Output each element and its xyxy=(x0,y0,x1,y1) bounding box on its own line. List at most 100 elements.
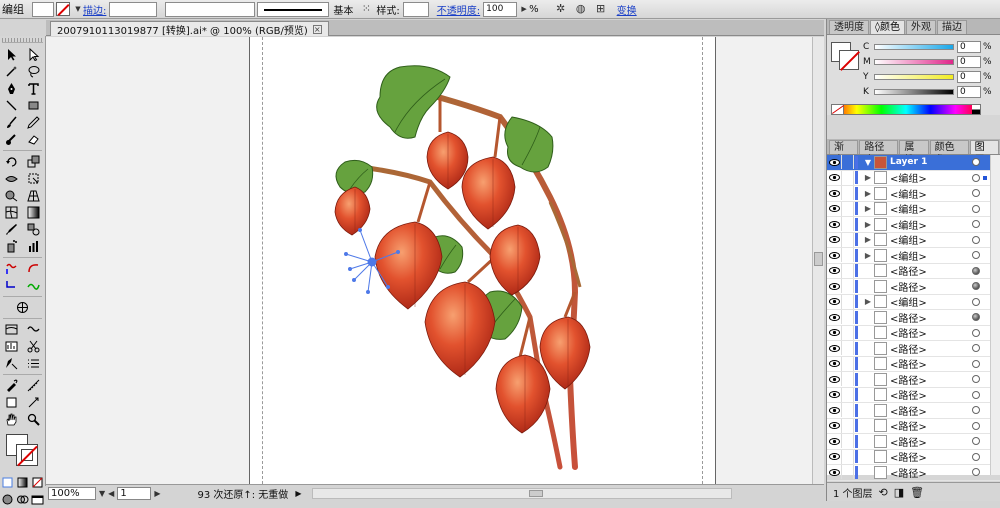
stroke-color-swatch[interactable] xyxy=(56,2,70,16)
gradient-tool-icon[interactable] xyxy=(26,205,41,220)
object-name[interactable]: <路径> xyxy=(890,263,972,278)
layer-row[interactable]: <路径> xyxy=(827,465,1000,481)
target-circle-icon[interactable] xyxy=(972,282,980,291)
visibility-eye-icon[interactable] xyxy=(827,155,841,169)
perspective-grid-tool-icon[interactable] xyxy=(26,188,41,203)
target-circle-icon[interactable] xyxy=(972,266,980,275)
vertical-scroll-thumb[interactable] xyxy=(814,252,823,266)
layer-row[interactable]: ▶ <编组> xyxy=(827,217,1000,233)
horizontal-scroll-thumb[interactable] xyxy=(529,489,544,497)
lock-toggle[interactable] xyxy=(841,248,854,263)
object-name[interactable]: <编组> xyxy=(890,232,972,247)
lock-toggle[interactable] xyxy=(841,310,854,325)
selection-tool-icon[interactable] xyxy=(4,47,19,62)
next-page-icon[interactable]: ▶ xyxy=(154,489,160,498)
status-menu-icon[interactable]: ▶ xyxy=(295,489,301,498)
measure-tool-icon[interactable] xyxy=(26,378,41,393)
scissors-tool-icon[interactable] xyxy=(26,339,41,354)
cyan-value[interactable]: 0 xyxy=(957,40,981,53)
lock-toggle[interactable] xyxy=(841,387,854,402)
lock-toggle[interactable] xyxy=(841,403,854,418)
object-name[interactable]: <编组> xyxy=(890,186,972,201)
brush-options-icon[interactable]: ⁙ xyxy=(359,2,373,16)
visibility-eye-icon[interactable] xyxy=(827,388,841,402)
layer-row[interactable]: <路径> xyxy=(827,418,1000,434)
draw-normal-icon[interactable] xyxy=(0,492,15,507)
lock-toggle[interactable] xyxy=(841,341,854,356)
brush-definition-preview[interactable] xyxy=(257,1,330,17)
color-spectrum-bar[interactable] xyxy=(831,104,981,115)
fill-dropdown[interactable] xyxy=(32,1,54,17)
layer-row[interactable]: ▶ <编组> xyxy=(827,201,1000,217)
layer-row[interactable]: <路径> xyxy=(827,310,1000,326)
lock-toggle[interactable] xyxy=(841,434,854,449)
expand-group-icon[interactable]: ▶ xyxy=(862,173,874,182)
visibility-eye-icon[interactable] xyxy=(827,450,841,464)
draw-behind-icon[interactable] xyxy=(15,492,30,507)
scale-tool-icon[interactable] xyxy=(26,154,41,169)
artboard[interactable] xyxy=(249,37,716,484)
screen-mode-icon[interactable] xyxy=(30,492,45,507)
visibility-eye-icon[interactable] xyxy=(827,233,841,247)
symbol-sprayer-tool-icon[interactable] xyxy=(4,239,19,254)
line-segment-tool-icon[interactable] xyxy=(4,98,19,113)
visibility-eye-icon[interactable] xyxy=(827,186,841,200)
zoom-dropdown-icon[interactable]: ▼ xyxy=(99,489,105,498)
lock-toggle[interactable] xyxy=(841,449,854,464)
lock-toggle[interactable] xyxy=(841,155,854,170)
crosshair-tool-icon[interactable] xyxy=(15,300,30,315)
visibility-eye-icon[interactable] xyxy=(827,264,841,278)
graphic-style-dropdown[interactable] xyxy=(402,1,429,17)
layer-row[interactable]: <路径> xyxy=(827,356,1000,372)
layer-name[interactable]: Layer 1 xyxy=(890,157,972,167)
cyan-slider[interactable] xyxy=(874,43,954,50)
opacity-arrow[interactable]: ▶ xyxy=(519,2,529,17)
object-name[interactable]: <编组> xyxy=(890,217,972,232)
object-name[interactable]: <编组> xyxy=(890,201,972,216)
target-circle-icon[interactable] xyxy=(972,204,980,213)
expand-group-icon[interactable]: ▶ xyxy=(862,204,874,213)
target-circle-icon[interactable] xyxy=(972,437,980,446)
visibility-eye-icon[interactable] xyxy=(827,403,841,417)
layer-row[interactable]: <路径> xyxy=(827,449,1000,465)
lock-toggle[interactable] xyxy=(841,356,854,371)
visibility-eye-icon[interactable] xyxy=(827,202,841,216)
target-circle-icon[interactable] xyxy=(972,313,980,322)
object-name[interactable]: <路径> xyxy=(890,387,972,402)
target-circle-icon[interactable] xyxy=(972,375,980,384)
target-circle-icon[interactable] xyxy=(972,406,980,415)
chinese-lantern-artwork[interactable] xyxy=(250,37,716,484)
visibility-eye-icon[interactable] xyxy=(827,465,841,479)
layer-row[interactable]: <路径> xyxy=(827,372,1000,388)
object-name[interactable]: <路径> xyxy=(890,403,972,418)
object-name[interactable]: <编组> xyxy=(890,170,972,185)
black-slider[interactable] xyxy=(874,88,954,95)
eyedropper-measure-icon[interactable] xyxy=(4,378,19,393)
target-circle-icon[interactable] xyxy=(972,421,980,430)
visibility-eye-icon[interactable] xyxy=(827,341,841,355)
locate-object-icon[interactable]: ⟲ xyxy=(879,486,888,499)
target-circle-icon[interactable] xyxy=(972,390,980,399)
color-mode-icon[interactable] xyxy=(0,475,15,490)
target-circle-icon[interactable] xyxy=(972,344,980,353)
magenta-slider-row[interactable]: M 0 % xyxy=(863,55,999,68)
artboard-tool-icon[interactable] xyxy=(4,261,19,276)
column-graph-tool-icon[interactable] xyxy=(26,239,41,254)
visibility-eye-icon[interactable] xyxy=(827,171,841,185)
object-name[interactable]: <路径> xyxy=(890,356,972,371)
lock-toggle[interactable] xyxy=(841,263,854,278)
layer-row[interactable]: ▶ <编组> xyxy=(827,170,1000,186)
tab-transparency[interactable]: 透明度 xyxy=(829,20,869,34)
panel-stroke-swatch[interactable] xyxy=(839,50,859,70)
magenta-value[interactable]: 0 xyxy=(957,55,981,68)
layer-row[interactable]: ▶ <编组> xyxy=(827,232,1000,248)
lasso-tool-icon[interactable] xyxy=(26,64,41,79)
document-canvas[interactable] xyxy=(46,37,824,484)
slice-tool-icon[interactable] xyxy=(26,261,41,276)
yellow-value[interactable]: 0 xyxy=(957,70,981,83)
expand-group-icon[interactable]: ▶ xyxy=(862,220,874,229)
expand-layer-icon[interactable]: ▼ xyxy=(862,158,874,167)
tab-color-guide[interactable]: 颜色参 xyxy=(929,140,969,166)
expand-group-icon[interactable]: ▶ xyxy=(862,235,874,244)
tab-stroke[interactable]: 描边 xyxy=(936,20,967,34)
